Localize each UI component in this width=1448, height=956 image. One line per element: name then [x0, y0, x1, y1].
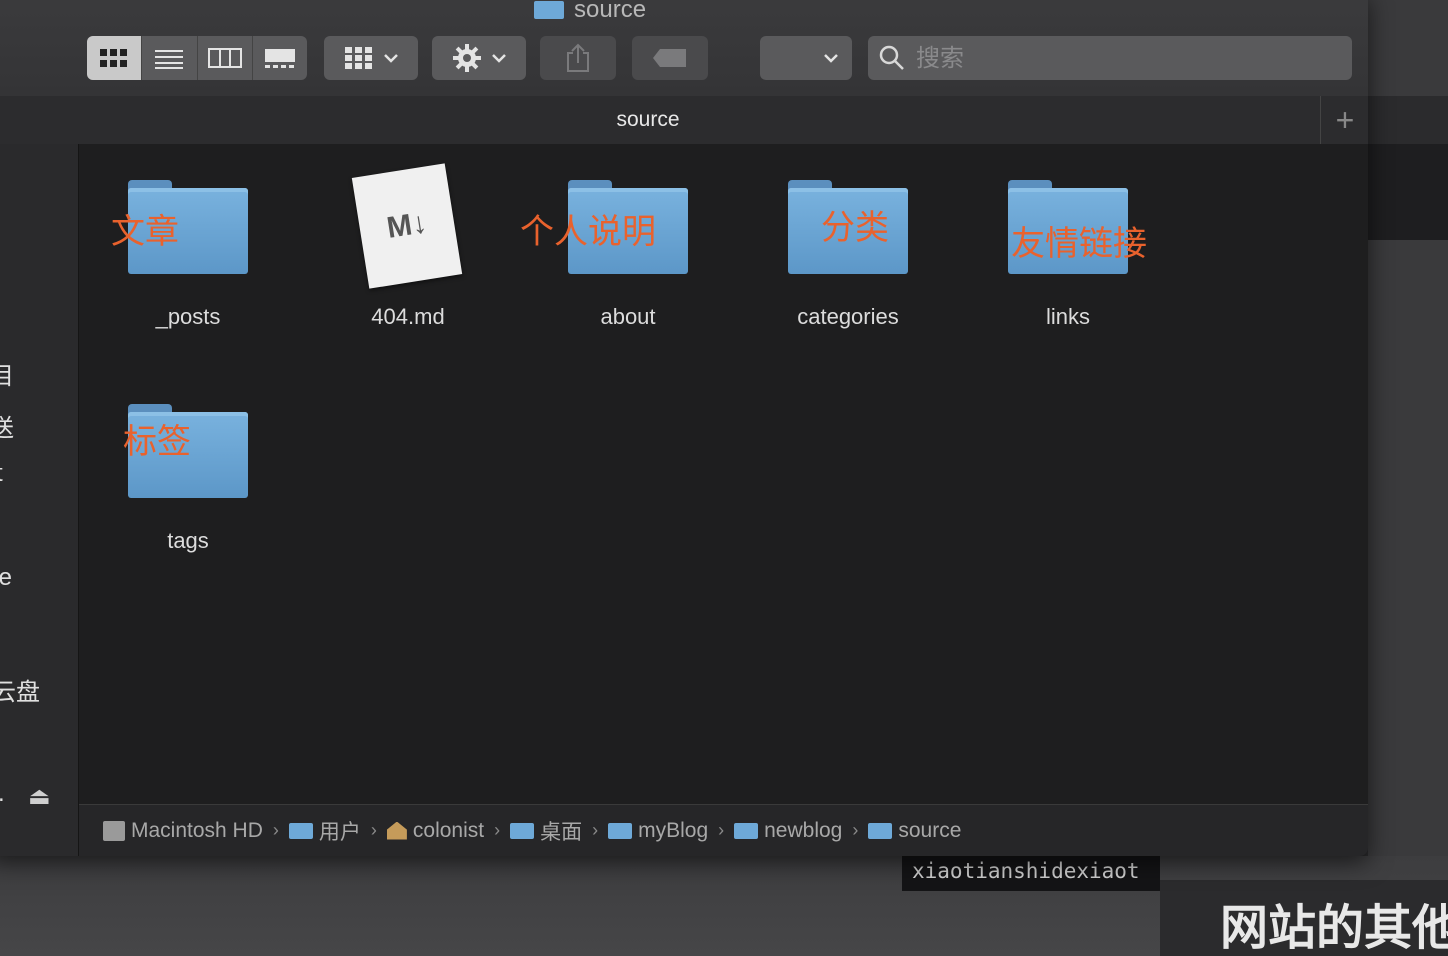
item-name: 404.md	[371, 304, 445, 329]
tag-button[interactable]	[632, 36, 708, 80]
folder-icon	[288, 822, 313, 839]
item-name: links	[1045, 304, 1090, 329]
search-input[interactable]	[914, 43, 1318, 73]
folder-item-posts[interactable]: 文章 _posts	[88, 180, 288, 330]
columns-icon	[207, 48, 242, 68]
background-window-strip	[1368, 96, 1448, 144]
annotation-label: 标签	[123, 422, 191, 462]
folder-item-about[interactable]: 个人说明 about	[520, 180, 728, 330]
folder-item-tags[interactable]: 标签 tags	[88, 404, 288, 554]
folder-item-categories[interactable]: 分类 categories	[748, 180, 948, 330]
gear-icon	[453, 44, 481, 72]
share-icon	[567, 43, 589, 72]
group-by-button[interactable]	[324, 36, 418, 80]
path-separator: ›	[494, 820, 501, 840]
column-view-button[interactable]	[198, 36, 253, 80]
new-tab-button[interactable]: +	[1320, 96, 1368, 144]
path-bar: Macintosh HD › 用户 › colonist › 桌面 › myBl…	[79, 804, 1368, 856]
item-name: _posts	[155, 304, 221, 329]
chevron-down-icon	[492, 54, 506, 63]
path-crumb-home[interactable]: colonist	[386, 819, 484, 843]
path-crumb-myblog[interactable]: myBlog	[608, 819, 708, 843]
item-name: about	[600, 304, 656, 329]
sidebar-item[interactable]: t	[0, 460, 3, 488]
folder-icon	[608, 822, 633, 839]
terminal-snippet: xiaotianshidexiaot	[902, 855, 1160, 891]
search-icon	[879, 45, 904, 70]
grid-icon	[100, 49, 128, 67]
file-item-404-md[interactable]: M↓ 404.md	[308, 162, 508, 330]
tab-source[interactable]: source	[0, 96, 1308, 144]
finder-window: source 搜索 source + 目 送 e 云盘 ⏏ 文章 _posts …	[0, 0, 1368, 856]
path-crumb-users[interactable]: 用户	[288, 816, 361, 846]
path-crumb-macintosh-hd[interactable]: Macintosh HD	[103, 819, 263, 843]
sidebar: 目 送 t /e 云盘 . ⏏	[0, 144, 79, 856]
window-title-text: source	[574, 0, 647, 23]
annotation-label: 分类	[821, 208, 889, 248]
sidebar-item[interactable]: .	[0, 780, 5, 808]
annotation-label: 文章	[111, 212, 179, 252]
view-mode-control	[87, 36, 307, 80]
sidebar-item[interactable]: /e	[0, 564, 12, 592]
background-window-panel	[1368, 144, 1448, 240]
action-menu-button[interactable]	[432, 36, 526, 80]
path-separator: ›	[370, 820, 377, 840]
sidebar-item[interactable]: 送	[0, 408, 14, 443]
chevron-down-icon	[824, 54, 838, 63]
folder-icon	[534, 1, 564, 19]
titlebar: source	[0, 0, 1368, 97]
item-name: categories	[797, 304, 899, 329]
sidebar-item[interactable]: 目	[0, 356, 14, 391]
folder-item-links[interactable]: 友情链接 links	[968, 180, 1168, 330]
folder-icon	[510, 822, 535, 839]
icon-view-button[interactable]	[87, 36, 143, 80]
folder-icon	[734, 822, 759, 839]
item-name: tags	[167, 528, 209, 553]
list-view-button[interactable]	[142, 36, 198, 80]
file-browser: 文章 _posts M↓ 404.md 个人说明 about 分类 catego…	[79, 144, 1368, 804]
path-separator: ›	[718, 820, 725, 840]
chevron-down-icon	[384, 54, 398, 63]
window-title: source	[534, 0, 646, 24]
background-heading: 网站的其他	[1220, 900, 1448, 956]
eject-icon[interactable]: ⏏	[28, 782, 51, 811]
path-separator: ›	[852, 820, 859, 840]
gallery-view-button[interactable]	[253, 36, 307, 80]
markdown-file-icon: M↓	[348, 162, 468, 289]
tag-icon	[653, 49, 686, 67]
path-crumb-newblog[interactable]: newblog	[734, 819, 842, 843]
sort-dropdown[interactable]	[760, 36, 852, 80]
share-button[interactable]	[540, 36, 616, 80]
search-field[interactable]	[868, 36, 1352, 80]
hard-disk-icon	[103, 820, 125, 841]
path-separator: ›	[272, 820, 279, 840]
annotation-label: 友情链接	[1011, 224, 1147, 264]
path-separator: ›	[592, 820, 599, 840]
folder-icon	[868, 822, 893, 839]
annotation-label: 个人说明	[520, 212, 656, 252]
list-icon	[155, 50, 184, 69]
path-crumb-desktop[interactable]: 桌面	[510, 816, 582, 846]
sidebar-item[interactable]: 云盘	[0, 672, 40, 707]
path-crumb-source[interactable]: source	[868, 819, 961, 843]
gallery-icon	[264, 49, 295, 68]
grid-icon	[345, 47, 372, 69]
tab-bar: source +	[0, 96, 1368, 145]
home-icon	[386, 821, 407, 840]
